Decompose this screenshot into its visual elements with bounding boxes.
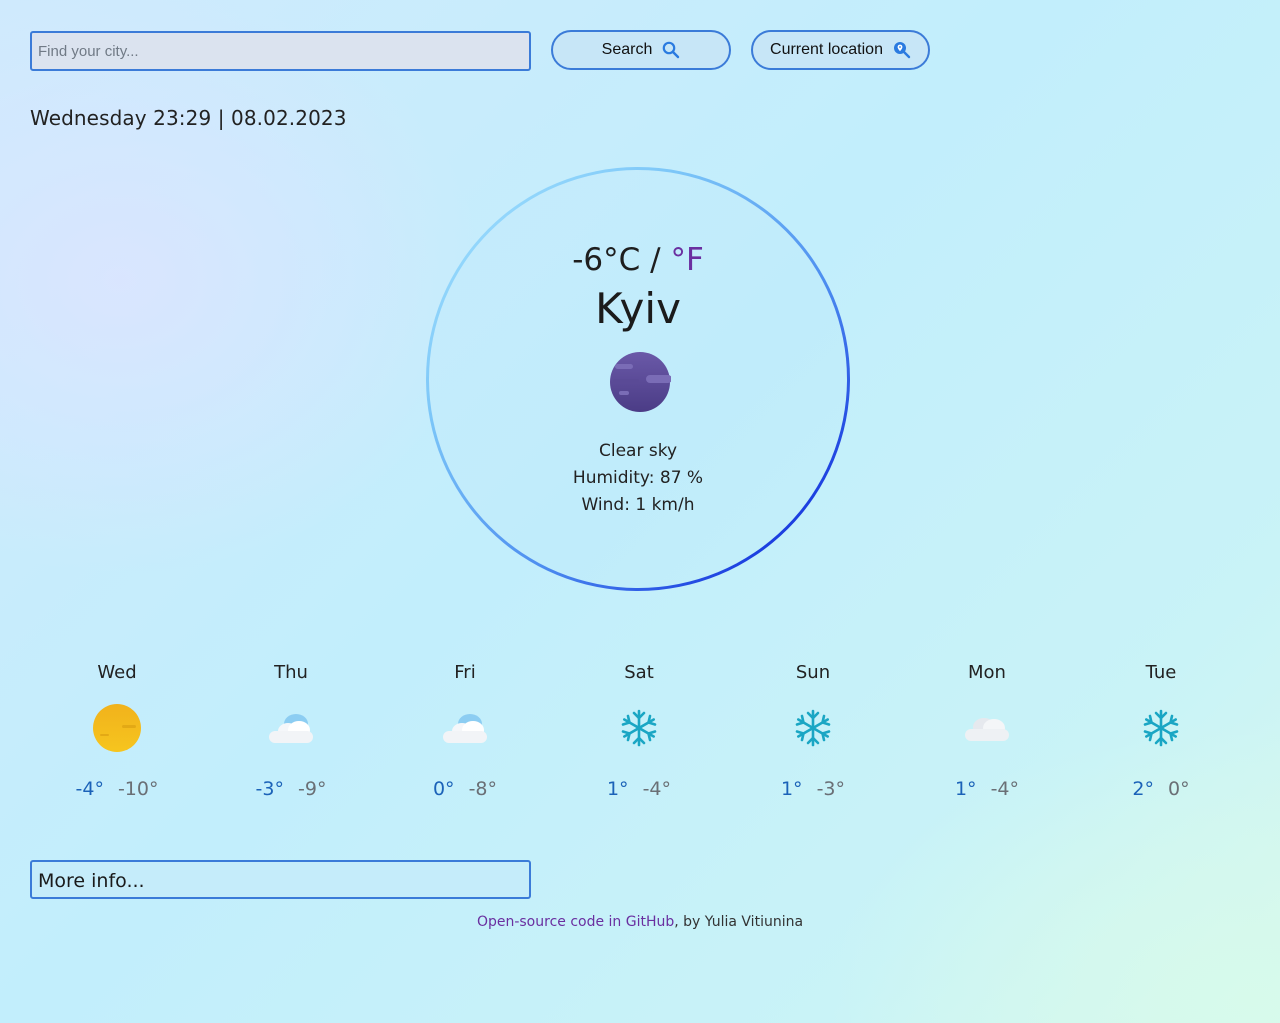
cloud-icon	[907, 700, 1067, 756]
fahrenheit-unit-link[interactable]: °F	[670, 242, 703, 278]
forecast-min-temp: -3°	[816, 778, 846, 800]
search-button[interactable]: Search	[551, 30, 731, 70]
footer-author: , by Yulia Vitiunina	[674, 914, 804, 930]
snowflake-icon	[1081, 700, 1241, 756]
github-link[interactable]: Open-source code in GitHub	[477, 914, 674, 930]
location-search-icon	[893, 41, 911, 59]
cloud-icon	[211, 700, 371, 756]
city-name: Kyiv	[595, 284, 681, 333]
forecast-day-name: Tue	[1145, 662, 1177, 683]
current-temperature: -6°C / °F	[429, 242, 847, 278]
forecast-max-temp: 2°	[1132, 778, 1154, 800]
forecast-day-sat: Sat 1° -4°	[559, 660, 719, 800]
moon-icon	[609, 351, 672, 413]
forecast-max-temp: 1°	[780, 778, 803, 800]
celsius-unit[interactable]: °C	[603, 242, 640, 278]
current-datetime: Wednesday 23:29 | 08.02.2023	[30, 106, 347, 130]
current-weather-circle: -6°C / °F Kyiv Clear sky Humidity: 87 %	[426, 167, 850, 591]
forecast-min-temp: -8°	[468, 778, 498, 800]
forecast-min-temp: 0°	[1168, 778, 1190, 800]
forecast-max-temp: 1°	[954, 778, 977, 800]
forecast-max-temp: -4°	[75, 778, 104, 800]
forecast-day-thu: Thu -3° -9°	[211, 660, 371, 800]
magnifier-icon	[662, 41, 680, 59]
weather-details: Clear sky Humidity: 87 % Wind: 1 km/h	[429, 438, 847, 519]
current-location-button[interactable]: Current location	[751, 30, 930, 70]
forecast-min-temp: -9°	[298, 778, 327, 800]
sun-icon	[37, 700, 197, 756]
snowflake-icon	[559, 700, 719, 756]
weather-description: Clear sky	[598, 441, 678, 461]
cloud-icon	[385, 700, 545, 756]
forecast-day-name: Fri	[454, 662, 476, 683]
current-location-label: Current location	[770, 41, 883, 58]
forecast-day-sun: Sun 1° -3°	[733, 660, 893, 800]
forecast-max-temp: 0°	[432, 778, 455, 800]
forecast-day-tue: Tue 2° 0°	[1081, 660, 1241, 800]
more-info-button[interactable]: More info...	[30, 860, 531, 899]
forecast-day-name: Sat	[624, 662, 654, 683]
forecast-min-temp: -10°	[117, 778, 159, 800]
forecast-day-mon: Mon 1° -4°	[907, 660, 1067, 800]
unit-separator: /	[640, 242, 671, 278]
forecast-day-name: Sun	[795, 662, 831, 683]
humidity: Humidity: 87 %	[572, 468, 704, 488]
temperature-value: -6	[572, 242, 604, 278]
forecast-day-fri: Fri 0° -8°	[385, 660, 545, 800]
forecast-max-temp: 1°	[606, 778, 629, 800]
forecast-min-temp: -4°	[642, 778, 672, 800]
forecast-day-name: Thu	[274, 662, 308, 683]
city-search-input[interactable]	[30, 31, 531, 71]
forecast-day-name: Mon	[968, 662, 1006, 683]
wind: Wind: 1 km/h	[581, 495, 695, 515]
forecast-day-wed: Wed -4° -10°	[37, 660, 197, 800]
footer: Open-source code in GitHub, by Yulia Vit…	[0, 914, 1280, 930]
snowflake-icon	[733, 700, 893, 756]
forecast-max-temp: -3°	[255, 778, 284, 800]
search-button-label: Search	[601, 41, 653, 58]
forecast-min-temp: -4°	[990, 778, 1020, 800]
forecast-day-name: Wed	[97, 662, 137, 683]
